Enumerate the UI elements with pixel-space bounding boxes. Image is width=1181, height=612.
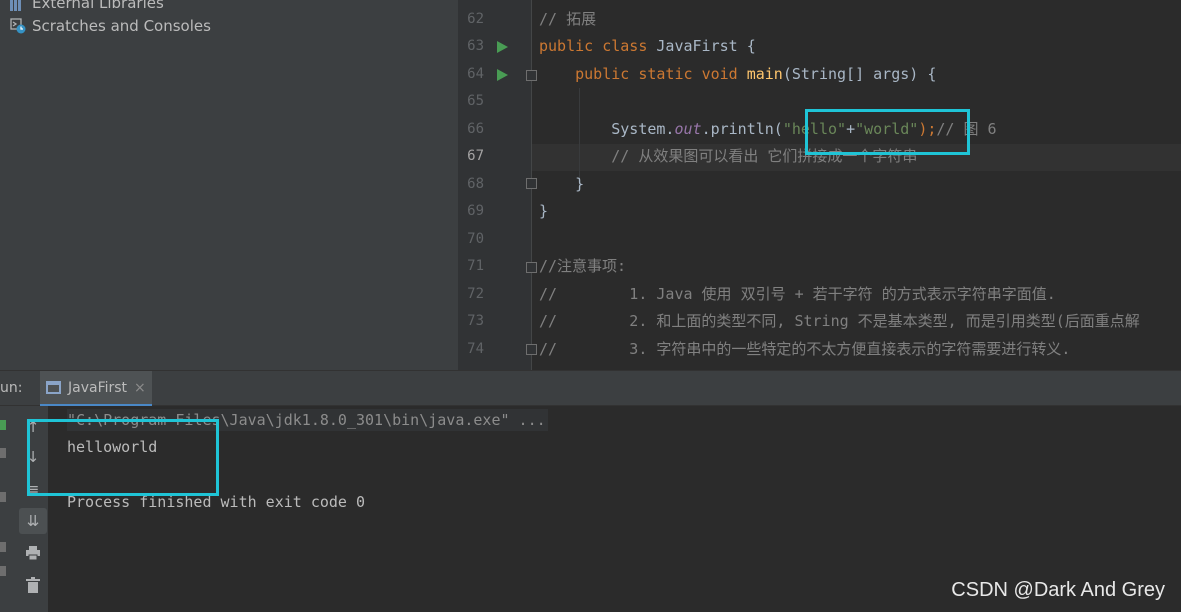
line-number: 69 [467,203,484,219]
line-number: 62 [467,11,484,27]
restart-icon[interactable] [0,448,6,458]
run-class-icon[interactable] [497,41,508,53]
line-number: 63 [467,38,484,54]
run-tool-header: un: JavaFirst × [0,370,1181,407]
console-exit-line: Process finished with exit code 0 [67,493,366,511]
code-line: public static void main(String[] args) { [575,65,937,83]
fold-marker-icon[interactable] [526,178,537,189]
rerun-icon[interactable] [0,420,6,430]
line-number: 71 [467,258,484,274]
line-number: 68 [467,176,484,192]
code-line: } [575,175,585,193]
line-number: 70 [467,231,484,247]
code-line: // 2. 和上面的类型不同, String 不是基本类型, 而是引用类型(后面… [539,312,1140,330]
tree-item-label: Scratches and Consoles [32,17,211,35]
code-line: } [539,202,549,220]
run-tab-label: JavaFirst [68,379,128,396]
console-output-line: helloworld [67,438,158,456]
run-main-icon[interactable] [497,69,508,81]
run-label: un: [0,380,23,396]
line-number: 73 [467,313,484,329]
project-panel: External Libraries Scratches and Console… [0,0,458,370]
library-icon [10,0,26,11]
line-number: 74 [467,341,484,357]
tree-item-external-libraries[interactable]: External Libraries [10,0,164,14]
console-command-line: "C:\Program Files\Java\jdk1.8.0_301\bin\… [67,409,548,431]
trash-icon[interactable] [19,572,47,598]
arrow-down-icon[interactable]: ↓ [19,444,47,470]
arrow-up-icon[interactable]: ↑ [19,414,47,440]
scroll-to-end-icon[interactable]: ⇊ [19,508,47,534]
code-line: public class JavaFirst { [539,37,756,55]
pin-icon[interactable] [0,542,6,552]
line-number: 64 [467,66,484,82]
tree-item-label: External Libraries [32,0,164,12]
code-line: // 从效果图可以看出 它们拼接成一个字符串 [611,147,918,165]
run-config-icon [46,381,61,394]
code-line: // 拓展 [539,10,597,28]
close-icon[interactable]: × [134,380,146,396]
fold-marker-icon[interactable] [526,70,537,81]
fold-marker-icon[interactable] [526,344,537,355]
line-number: 66 [467,121,484,137]
run-toolbar: ↑ ↓ ≡ ⇊ [0,406,48,612]
tree-item-scratches[interactable]: Scratches and Consoles [10,15,211,37]
line-number-current: 67 [467,148,484,164]
stop-icon[interactable] [0,492,6,502]
code-line: //注意事项: [539,257,627,275]
code-line: // 1. Java 使用 双引号 + 若干字符 的方式表示字符串字面值. [539,285,1056,303]
layout-icon[interactable] [0,566,6,576]
code-line: // 3. 字符串中的一些特定的不太方便直接表示的字符需要进行转义. [539,340,1071,358]
watermark: CSDN @Dark And Grey [951,579,1165,601]
run-tab-javafirst[interactable]: JavaFirst × [40,371,152,407]
line-number: 65 [467,93,484,109]
scratches-icon [10,18,26,34]
soft-wrap-icon[interactable]: ≡ [19,476,47,502]
line-number: 72 [467,286,484,302]
code-line: System.out.println("hello"+"world");// 图… [611,120,997,138]
print-icon[interactable] [19,540,47,566]
fold-marker-icon[interactable] [526,262,537,273]
